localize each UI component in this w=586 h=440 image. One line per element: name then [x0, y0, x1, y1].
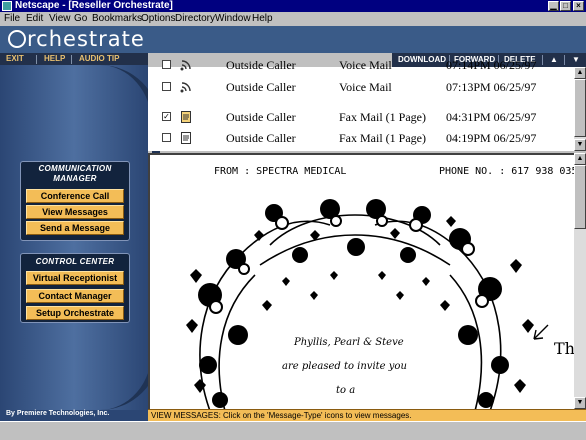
- menu-help[interactable]: Help: [252, 13, 273, 25]
- app-header: rchestrate: [0, 26, 586, 53]
- voice-mail-icon[interactable]: [180, 59, 192, 71]
- help-link[interactable]: HELP: [44, 53, 65, 65]
- control-center-panel: CONTROL CENTER Virtual Receptionist Cont…: [20, 253, 130, 323]
- message-date: 07:13PM 06/25/97: [446, 80, 537, 94]
- fax-icon[interactable]: [180, 132, 192, 144]
- message-checkbox-checked[interactable]: ✓: [162, 112, 171, 121]
- message-checkbox[interactable]: [162, 60, 171, 69]
- panel-title: MANAGER: [53, 174, 97, 183]
- voice-mail-icon[interactable]: [180, 81, 192, 93]
- menu-directory[interactable]: Directory: [175, 13, 215, 25]
- nav-divider: [36, 55, 37, 64]
- setup-orchestrate-button[interactable]: Setup Orchestrate: [26, 306, 124, 320]
- message-date: 07:14PM 06/25/97: [446, 58, 537, 72]
- communication-manager-panel: COMMUNICATION MANAGER Conference Call Vi…: [20, 161, 130, 241]
- menu-window[interactable]: Window: [215, 13, 251, 25]
- message-checkbox[interactable]: [162, 133, 171, 142]
- conference-call-button[interactable]: Conference Call: [26, 189, 124, 203]
- message-checkbox[interactable]: [162, 82, 171, 91]
- message-type: Fax Mail (1 Page): [339, 131, 426, 145]
- fax-icon[interactable]: [180, 111, 192, 123]
- fax-scrollbar[interactable]: ▲ ▼: [574, 153, 586, 409]
- invite-line-2: are pleased to invite you: [282, 361, 407, 372]
- menu-bar: File Edit View Go Bookmarks Options Dire…: [0, 12, 586, 26]
- message-type: Fax Mail (1 Page): [339, 110, 426, 124]
- scroll-down-button[interactable]: ▼: [574, 397, 586, 409]
- orchestrate-logo: rchestrate: [8, 27, 145, 51]
- sidebar: COMMUNICATION MANAGER Conference Call Vi…: [0, 65, 160, 410]
- audio-tip-link[interactable]: AUDIO TIP: [79, 53, 119, 65]
- invite-line-3: to a: [336, 385, 356, 396]
- panel-title: CONTROL CENTER: [35, 257, 115, 266]
- top-nav: EXIT HELP AUDIO TIP: [0, 53, 148, 65]
- caller-name: Outside Caller: [226, 131, 296, 145]
- menu-options[interactable]: Options: [141, 13, 175, 25]
- scroll-up-button[interactable]: ▲: [574, 67, 586, 79]
- status-message: VIEW MESSAGES: Click on the 'Message-Typ…: [151, 411, 412, 420]
- title-bar: Netscape - [Reseller Orchestrate] ▁ □ ×: [0, 0, 586, 12]
- message-date: 04:19PM 06/25/97: [446, 131, 537, 145]
- virtual-receptionist-button[interactable]: Virtual Receptionist: [26, 271, 124, 285]
- status-bar: VIEW MESSAGES: Click on the 'Message-Typ…: [148, 409, 586, 421]
- message-row[interactable]: Outside Caller Voice Mail 07:14PM 06/25/…: [148, 55, 574, 75]
- caller-name: Outside Caller: [226, 110, 296, 124]
- logo-circle-icon: [8, 30, 26, 48]
- menu-file[interactable]: File: [4, 13, 20, 25]
- scroll-thumb[interactable]: [574, 79, 586, 137]
- window-title: Netscape - [Reseller Orchestrate]: [15, 0, 173, 11]
- caller-name: Outside Caller: [226, 58, 296, 72]
- netscape-icon: [2, 1, 12, 11]
- minimize-button[interactable]: ▁: [548, 1, 559, 11]
- scroll-thumb[interactable]: [574, 165, 586, 229]
- maximize-button[interactable]: □: [560, 1, 571, 11]
- scroll-down-button[interactable]: ▼: [574, 139, 586, 151]
- send-message-button[interactable]: Send a Message: [26, 221, 124, 235]
- message-row[interactable]: Outside Caller Voice Mail 07:13PM 06/25/…: [148, 77, 574, 97]
- fax-phone: PHONE NO. : 617 938 035: [439, 166, 574, 177]
- invite-line-1: Phyllis, Pearl & Steve: [294, 337, 404, 348]
- close-button[interactable]: ×: [573, 1, 584, 11]
- window-bottom-edge: [0, 421, 586, 440]
- fax-from: FROM : SPECTRA MEDICAL: [214, 166, 347, 177]
- floral-arch-image: [186, 199, 549, 409]
- contact-manager-button[interactable]: Contact Manager: [26, 289, 124, 303]
- handwritten-note: Th: [554, 339, 574, 358]
- message-list: Outside Caller Voice Mail 07:14PM 06/25/…: [148, 58, 574, 151]
- message-row[interactable]: Outside Caller Fax Mail (1 Page) 04:19PM…: [148, 128, 574, 148]
- view-messages-button[interactable]: View Messages: [26, 205, 124, 219]
- scroll-up-button[interactable]: ▲: [574, 153, 586, 165]
- menu-view[interactable]: View: [49, 13, 71, 25]
- panel-title: COMMUNICATION: [38, 164, 112, 173]
- nav-divider: [71, 55, 72, 64]
- fax-viewer: FROM : SPECTRA MEDICAL PHONE NO. : 617 9…: [148, 153, 574, 409]
- message-type: Voice Mail: [339, 58, 392, 72]
- message-date: 04:31PM 06/25/97: [446, 110, 537, 124]
- logo-text: rchestrate: [27, 27, 145, 51]
- menu-bookmarks[interactable]: Bookmarks: [92, 13, 142, 25]
- credit-text: By Premiere Technologies, Inc.: [6, 410, 110, 417]
- message-list-scrollbar[interactable]: ▲ ▼: [574, 67, 586, 151]
- menu-go[interactable]: Go: [74, 13, 87, 25]
- exit-link[interactable]: EXIT: [6, 53, 24, 65]
- caller-name: Outside Caller: [226, 80, 296, 94]
- message-type: Voice Mail: [339, 80, 392, 94]
- message-row[interactable]: ✓ Outside Caller Fax Mail (1 Page) 04:31…: [148, 107, 574, 127]
- menu-edit[interactable]: Edit: [26, 13, 43, 25]
